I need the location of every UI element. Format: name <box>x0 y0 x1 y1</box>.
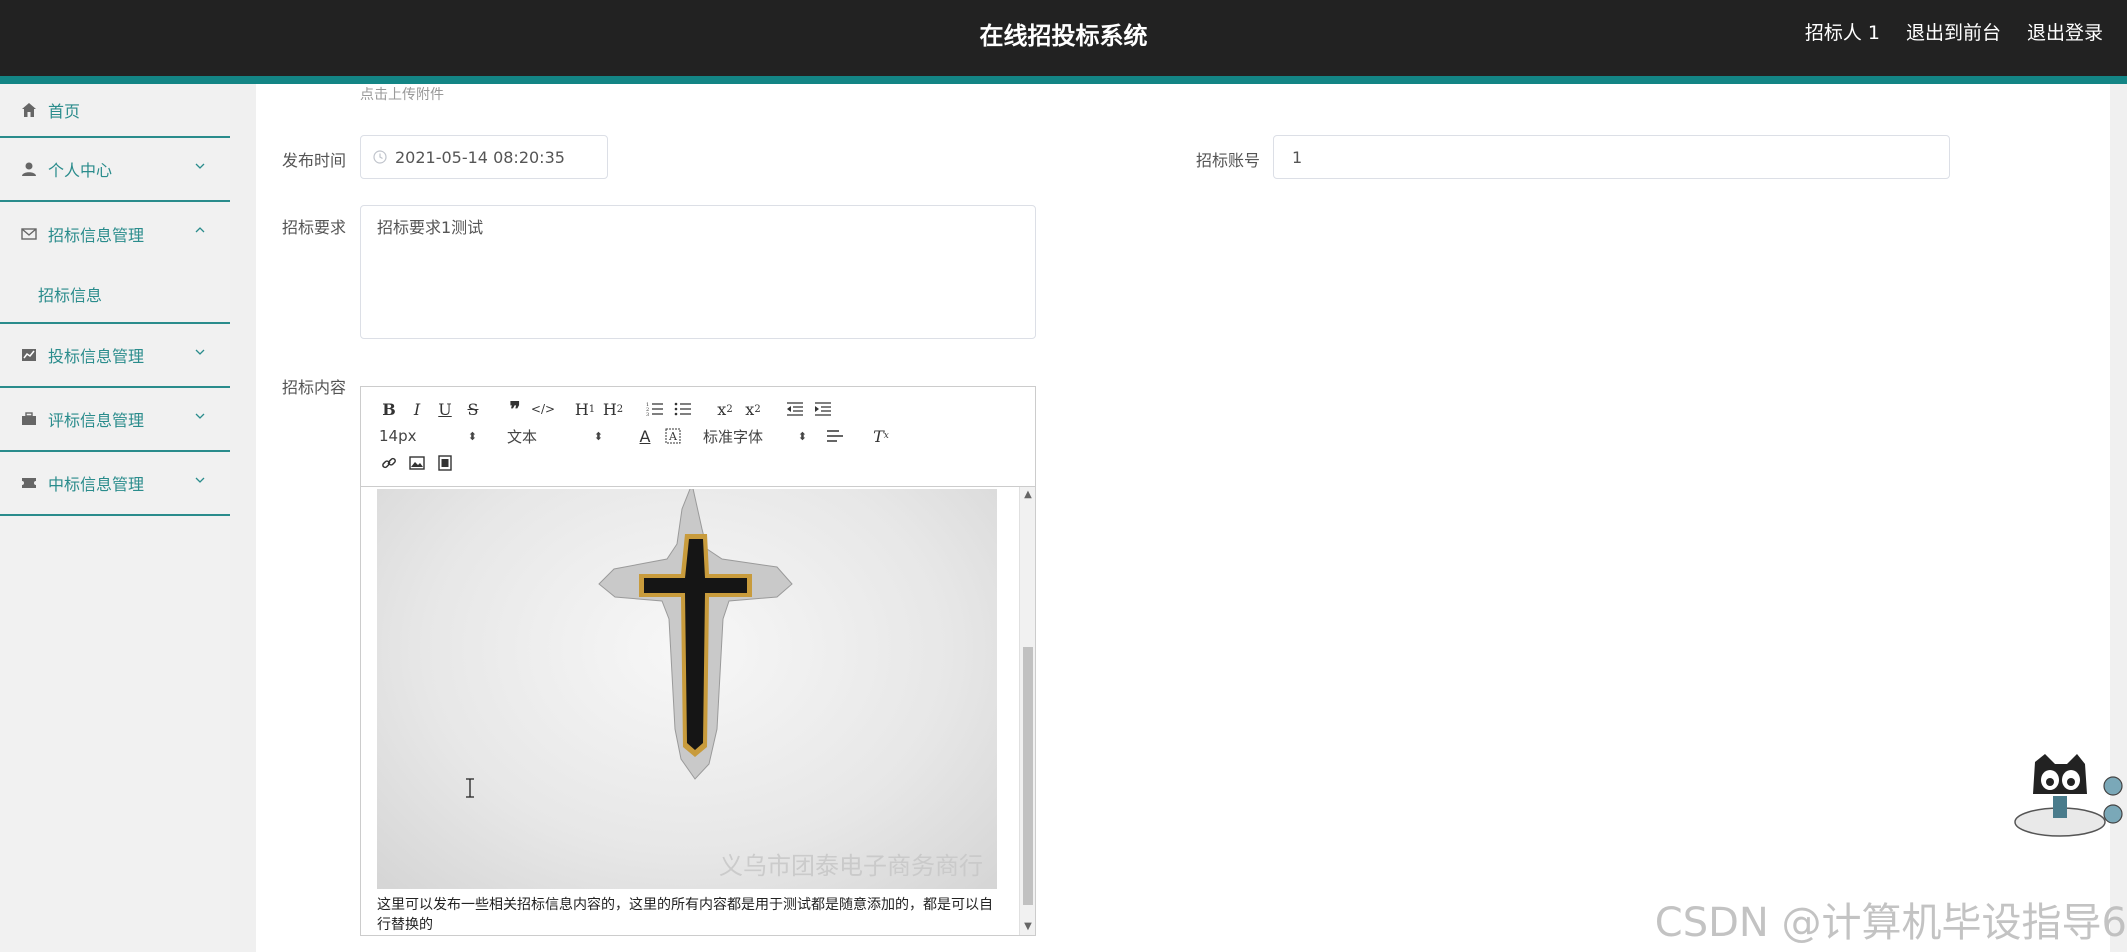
sidebar-item-personal-center[interactable]: 个人中心 <box>0 138 230 202</box>
bullet-list-icon[interactable] <box>669 397 697 421</box>
font-color-icon[interactable]: A <box>631 424 659 448</box>
photo-watermark: 义乌市团泰电子商务商行 <box>719 852 983 880</box>
image-icon[interactable] <box>403 451 431 475</box>
cross-pendant-image <box>466 489 793 798</box>
indent-icon[interactable] <box>809 397 837 421</box>
italic-icon[interactable]: I <box>403 397 431 421</box>
sidebar-item-label: 招标信息管理 <box>48 226 145 245</box>
mascot-widget[interactable] <box>2005 752 2125 844</box>
main-content: 点击上传附件 发布时间 2021-05-14 08:20:35 招标账号 1 招… <box>256 84 2110 952</box>
sidebar-item-award-mgmt[interactable]: 中标信息管理 <box>0 452 230 516</box>
current-user-link[interactable]: 招标人 1 <box>1805 18 1880 45</box>
editor-body-text[interactable]: 这里可以发布一些相关招标信息内容的，这里的所有内容都是用于测试都是随意添加的，都… <box>377 895 997 935</box>
publish-time-label: 发布时间 <box>282 151 347 170</box>
account-field[interactable]: 1 <box>1273 135 1950 179</box>
select-arrows-icon: ⬍ <box>797 429 807 443</box>
strikethrough-icon[interactable]: S <box>459 397 487 421</box>
publish-time-field[interactable]: 2021-05-14 08:20:35 <box>360 135 608 179</box>
background-color-icon[interactable]: A <box>659 424 687 448</box>
rich-text-editor: B I U S ❞ </> H1 H2 123 x2 x2 14px ⬍ 文本 … <box>360 386 1036 936</box>
blockquote-icon[interactable]: ❞ <box>501 397 529 421</box>
sidebar-item-bid-info-mgmt[interactable]: 投标信息管理 <box>0 324 230 388</box>
briefcase-icon <box>20 410 38 428</box>
upload-attachment-hint[interactable]: 点击上传附件 <box>360 84 444 104</box>
font-family-select[interactable]: 标准字体 ⬍ <box>703 426 807 447</box>
select-arrows-icon: ⬍ <box>467 429 477 443</box>
editor-content-area[interactable]: 义乌市团泰电子商务商行 这里可以发布一些相关招标信息内容的，这里的所有内容都是用… <box>361 487 1021 935</box>
svg-text:3: 3 <box>646 412 649 417</box>
editor-toolbar: B I U S ❞ </> H1 H2 123 x2 x2 14px ⬍ 文本 … <box>361 387 1035 487</box>
csdn-watermark: CSDN @计算机毕设指导6 <box>1654 900 2127 946</box>
top-bar: 在线招投标系统 招标人 1 退出到前台 退出登录 <box>0 0 2127 76</box>
scroll-down-icon[interactable]: ▼ <box>1023 921 1033 933</box>
editor-scrollbar[interactable]: ▲ ▼ <box>1019 487 1035 935</box>
sidebar-item-label: 中标信息管理 <box>48 475 145 494</box>
chevron-down-icon <box>195 349 205 355</box>
text-type-select[interactable]: 文本 ⬍ <box>507 426 603 447</box>
account-label: 招标账号 <box>1196 151 1261 170</box>
outdent-icon[interactable] <box>781 397 809 421</box>
sidebar-subitem-tender-info[interactable]: 招标信息 <box>0 266 230 324</box>
ordered-list-icon[interactable]: 123 <box>641 397 669 421</box>
font-size-value: 14px <box>379 427 417 445</box>
underline-icon[interactable]: U <box>431 397 459 421</box>
align-icon[interactable] <box>821 424 849 448</box>
superscript-icon[interactable]: x2 <box>739 397 767 421</box>
ticket-icon <box>20 474 38 492</box>
code-block-icon[interactable]: </> <box>529 397 557 421</box>
scroll-up-icon[interactable]: ▲ <box>1023 489 1033 501</box>
cat-mascot-icon <box>2014 754 2123 837</box>
heading1-icon[interactable]: H1 <box>571 397 599 421</box>
header-accent-bar <box>0 76 2127 84</box>
scrollbar-thumb[interactable] <box>1023 647 1033 905</box>
chevron-down-icon <box>195 413 205 419</box>
font-family-value: 标准字体 <box>703 427 764 446</box>
sidebar-item-label: 首页 <box>48 102 81 121</box>
sidebar-item-label: 评标信息管理 <box>48 411 145 430</box>
mail-icon <box>20 225 38 243</box>
chart-icon <box>20 346 38 364</box>
clear-format-icon[interactable]: Tx <box>867 424 895 448</box>
bold-icon[interactable]: B <box>375 397 403 421</box>
sidebar: 首页 个人中心 招标信息管理 招标信息 投标信息管理 评标信息管理 中标信息管理 <box>0 84 230 952</box>
exit-to-frontend-link[interactable]: 退出到前台 <box>1906 18 2001 45</box>
chevron-up-icon <box>195 227 205 233</box>
chevron-down-icon <box>195 163 205 169</box>
product-image-cross-pendant: 义乌市团泰电子商务商行 <box>377 489 997 889</box>
select-arrows-icon: ⬍ <box>593 429 603 443</box>
logout-link[interactable]: 退出登录 <box>2027 18 2103 45</box>
link-icon[interactable] <box>375 451 403 475</box>
sidebar-item-evaluation-mgmt[interactable]: 评标信息管理 <box>0 388 230 452</box>
requirement-textarea[interactable]: 招标要求1测试 <box>360 205 1036 339</box>
publish-time-value: 2021-05-14 08:20:35 <box>395 147 565 167</box>
sidebar-item-label: 投标信息管理 <box>48 347 145 366</box>
font-size-select[interactable]: 14px ⬍ <box>379 427 477 445</box>
requirement-label: 招标要求 <box>282 218 347 237</box>
sidebar-item-home[interactable]: 首页 <box>0 84 230 138</box>
top-nav: 招标人 1 退出到前台 退出登录 <box>1805 18 2103 45</box>
home-icon <box>20 101 38 119</box>
sidebar-item-tender-info-mgmt[interactable]: 招标信息管理 <box>0 202 230 266</box>
video-icon[interactable] <box>431 451 459 475</box>
content-label: 招标内容 <box>282 378 347 397</box>
sidebar-item-label: 个人中心 <box>48 161 113 180</box>
user-icon <box>20 160 38 178</box>
heading2-icon[interactable]: H2 <box>599 397 627 421</box>
text-type-value: 文本 <box>507 427 538 446</box>
subscript-icon[interactable]: x2 <box>711 397 739 421</box>
chevron-down-icon <box>195 477 205 483</box>
svg-text:A: A <box>668 430 678 443</box>
clock-icon <box>373 150 387 164</box>
requirement-value: 招标要求1测试 <box>377 218 484 237</box>
